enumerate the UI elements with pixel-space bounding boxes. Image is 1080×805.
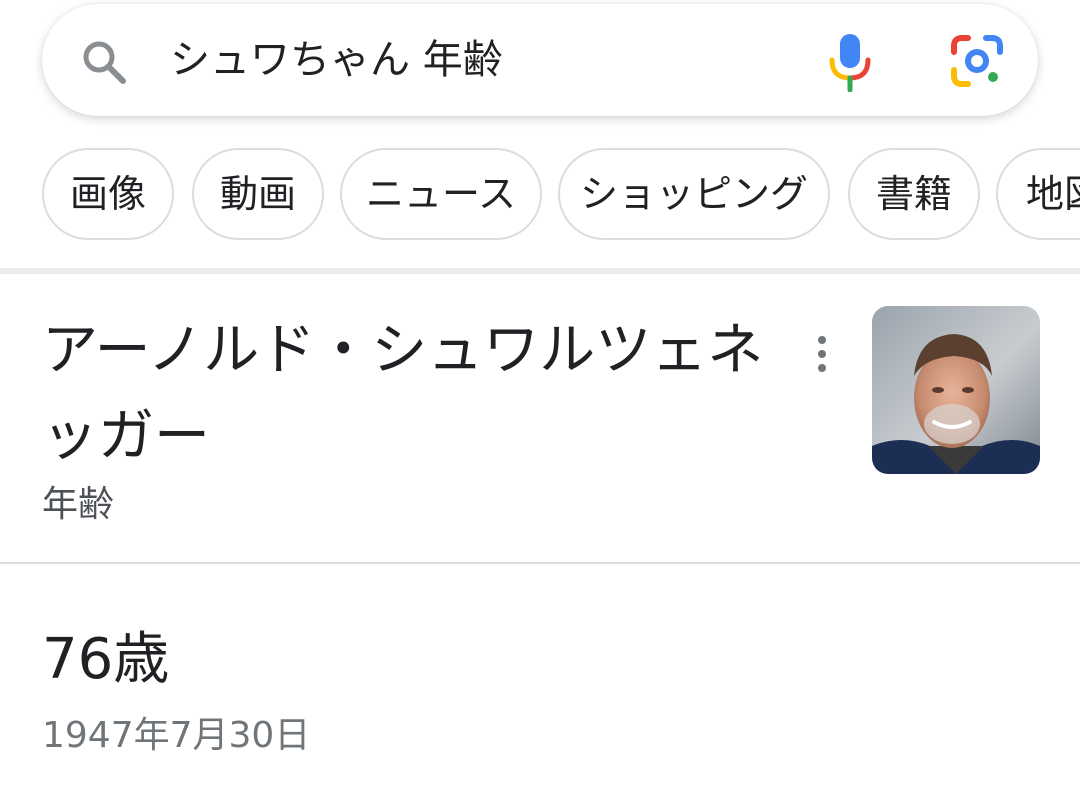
age-answer: 76歳 (42, 627, 170, 692)
entity-title[interactable]: アーノルド・シュワルツェネッガー (42, 308, 782, 480)
section-divider (0, 268, 1080, 274)
search-input[interactable]: シュワちゃん 年齢 (170, 32, 503, 88)
chip-videos[interactable]: 動画 (192, 148, 324, 240)
birth-date: 1947年7月30日 (42, 715, 311, 756)
search-icon[interactable] (80, 38, 128, 86)
filter-chips: 画像 動画 ニュース ショッピング 書籍 地図 (42, 148, 1080, 242)
chip-news[interactable]: ニュース (340, 148, 542, 240)
microphone-icon[interactable] (828, 32, 872, 92)
more-vert-icon[interactable] (808, 334, 836, 374)
chip-books[interactable]: 書籍 (848, 148, 980, 240)
chip-maps[interactable]: 地図 (996, 148, 1080, 240)
entity-photo[interactable] (872, 306, 1040, 474)
camera-lens-icon[interactable] (950, 34, 1004, 88)
chip-images[interactable]: 画像 (42, 148, 174, 240)
search-results-page: シュワちゃん 年齢 画像 動画 ニュース ショッピング 書籍 地図 アーノルド・… (0, 0, 1080, 805)
entity-subtitle: 年齢 (42, 484, 115, 525)
search-bar[interactable]: シュワちゃん 年齢 (42, 4, 1038, 116)
section-divider (0, 562, 1080, 564)
chip-shopping[interactable]: ショッピング (558, 148, 830, 240)
